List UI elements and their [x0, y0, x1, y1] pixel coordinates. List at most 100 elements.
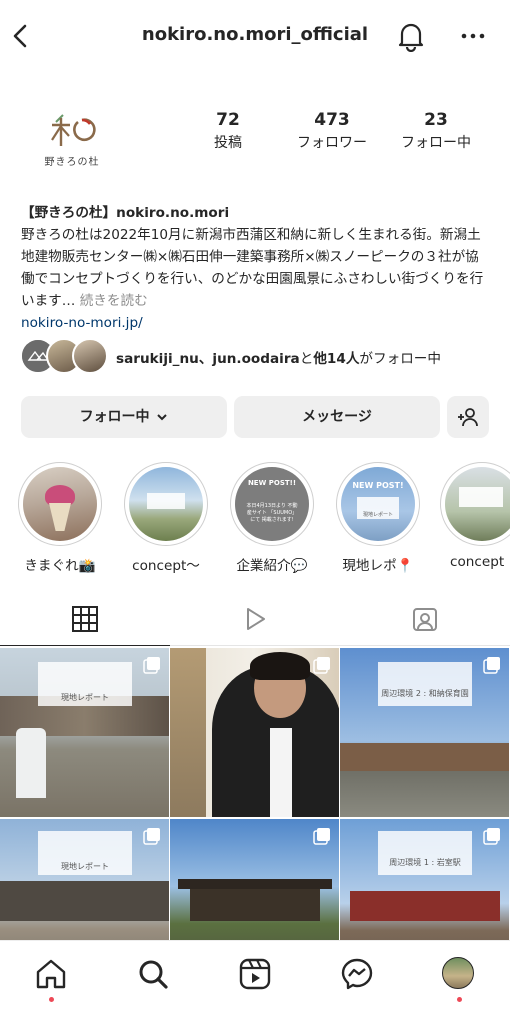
- nav-reels[interactable]: [238, 957, 274, 993]
- more-horizontal-icon: [461, 33, 485, 39]
- story-label: 企業紹介💬: [236, 558, 308, 574]
- grid-icon: [72, 606, 98, 632]
- reels-icon: [247, 608, 265, 630]
- tab-reels[interactable]: [170, 596, 340, 646]
- multiple-photos-icon: [313, 657, 330, 674]
- messenger-icon: [341, 958, 373, 990]
- following-count[interactable]: 23 フォロー中: [386, 110, 486, 152]
- bottom-navigation: [0, 940, 510, 1024]
- profile-avatar[interactable]: 野きろの杜: [30, 98, 114, 182]
- top-bar: nokiro.no.mori_official: [0, 0, 510, 74]
- post-thumbnail[interactable]: 現地レポート: [0, 819, 169, 940]
- tagged-icon: [413, 608, 437, 631]
- multiple-photos-icon: [483, 828, 500, 845]
- multiple-photos-icon: [313, 828, 330, 845]
- bell-icon: [398, 23, 424, 53]
- story-report-text: 現地レポート: [362, 512, 393, 518]
- post-thumbnail[interactable]: [170, 648, 339, 817]
- nav-messenger[interactable]: [340, 957, 376, 993]
- posts-count-label: 投稿: [214, 135, 242, 151]
- post-caption-card: 周辺環境 2 : 和納保育園: [378, 662, 472, 706]
- message-button-label: メッセージ: [302, 409, 372, 425]
- reels-icon: [239, 958, 271, 990]
- story-highlight[interactable]: NEW POST!! 本日4月13日より 不動産サイト 「SUUMO」にて 掲載…: [228, 462, 316, 574]
- following-count-label: フォロー中: [401, 135, 471, 151]
- mutual-avatar: [72, 338, 108, 374]
- bio-name: 【野きろの杜】nokiro.no.mori: [21, 205, 230, 221]
- chevron-down-icon: [157, 414, 168, 421]
- read-more-link[interactable]: 続きを読む: [75, 293, 148, 309]
- post-caption: 周辺環境 1 : 岩室駅: [389, 858, 461, 867]
- story-ring: NEW POST! 現地レポート: [336, 462, 420, 546]
- followers-count[interactable]: 473 フォロワー: [282, 110, 382, 152]
- following-button[interactable]: フォロー中: [21, 396, 227, 438]
- nav-home[interactable]: [34, 957, 70, 1002]
- story-highlight[interactable]: きまぐれ📸: [16, 462, 104, 574]
- story-label: concept: [450, 554, 505, 570]
- story-highlight[interactable]: concept～: [122, 462, 210, 574]
- add-user-icon: [458, 408, 478, 427]
- following-button-label: フォロー中: [79, 409, 150, 425]
- search-icon: [139, 960, 168, 989]
- notifications-button[interactable]: [396, 20, 426, 53]
- post-thumbnail[interactable]: 現地レポート: [0, 648, 169, 817]
- post-thumbnail[interactable]: [170, 819, 339, 940]
- mutual-others: 他14人: [313, 351, 360, 367]
- logo-icon: [51, 114, 96, 146]
- mutual-names: sarukiji_nu、jun.oodaira: [116, 351, 300, 367]
- story-label: きまぐれ📸: [24, 558, 96, 574]
- followers-count-value: 473: [314, 110, 350, 130]
- mutual-suffix: がフォロー中: [359, 351, 441, 367]
- profile-notification-dot: [457, 997, 462, 1002]
- profile-avatar-icon: [442, 957, 474, 989]
- bio-website-link[interactable]: nokiro-no-mori.jp/: [21, 312, 491, 334]
- profile-username: nokiro.no.mori_official: [141, 24, 369, 45]
- post-caption-card: 周辺環境 1 : 岩室駅: [378, 831, 472, 875]
- post-caption: 現地レポート: [61, 693, 109, 702]
- home-notification-dot: [49, 997, 54, 1002]
- multiple-photos-icon: [483, 657, 500, 674]
- more-options-button[interactable]: [460, 24, 486, 48]
- mutual-followers[interactable]: sarukiji_nu、jun.oodairaと他14人がフォロー中: [20, 338, 500, 376]
- posts-grid: 現地レポート 周辺環境 2 : 和納保育園 現地レポート 周辺環境 1 : 岩室…: [0, 648, 510, 940]
- profile-bio: 【野きろの杜】nokiro.no.mori 野きろの杜は2022年10月に新潟市…: [21, 202, 491, 334]
- post-thumbnail[interactable]: 周辺環境 1 : 岩室駅: [340, 819, 509, 940]
- mutual-followers-text: sarukiji_nu、jun.oodairaと他14人がフォロー中: [116, 347, 441, 367]
- nav-profile[interactable]: [442, 957, 478, 1002]
- story-new-post-text: 本日4月13日より 不動産サイト 「SUUMO」にて 掲載されます!: [246, 503, 298, 523]
- tab-posts-grid[interactable]: [0, 596, 170, 646]
- story-label: concept～: [132, 558, 200, 574]
- post-caption-card: 現地レポート: [38, 662, 132, 706]
- story-ring: [18, 462, 102, 546]
- profile-tabs: [0, 596, 510, 646]
- tab-tagged[interactable]: [340, 596, 510, 646]
- suggest-users-button[interactable]: [447, 396, 489, 438]
- post-caption: 現地レポート: [61, 862, 109, 871]
- following-count-value: 23: [424, 110, 448, 130]
- message-button[interactable]: メッセージ: [234, 396, 440, 438]
- story-thumbnail: [129, 467, 203, 541]
- story-thumbnail: NEW POST! 現地レポート: [341, 467, 415, 541]
- post-caption-card: 現地レポート: [38, 831, 132, 875]
- posts-count[interactable]: 72 投稿: [178, 110, 278, 152]
- story-thumbnail: [23, 467, 97, 541]
- nav-search[interactable]: [136, 957, 172, 993]
- story-ring: [124, 462, 208, 546]
- story-highlight[interactable]: NEW POST! 現地レポート 現地レポ📍: [334, 462, 422, 574]
- multiple-photos-icon: [143, 828, 160, 845]
- story-label: 現地レポ📍: [342, 558, 414, 574]
- story-new-post-title: NEW POST!: [352, 481, 404, 490]
- story-thumbnail: [445, 467, 510, 541]
- post-thumbnail[interactable]: 周辺環境 2 : 和納保育園: [340, 648, 509, 817]
- logo-text: 野きろの杜: [44, 157, 100, 168]
- mutual-middle: と: [299, 351, 314, 367]
- post-caption: 周辺環境 2 : 和納保育園: [381, 689, 469, 698]
- story-ring: [440, 462, 510, 546]
- story-thumbnail: NEW POST!! 本日4月13日より 不動産サイト 「SUUMO」にて 掲載…: [235, 467, 309, 541]
- bio-text-block: 野きろの杜は2022年10月に新潟市西蒲区和納に新しく生まれる街。新潟土地建物販…: [21, 224, 491, 312]
- story-highlight[interactable]: concept: [440, 462, 510, 570]
- multiple-photos-icon: [143, 657, 160, 674]
- posts-count-value: 72: [216, 110, 240, 130]
- followers-count-label: フォロワー: [297, 135, 367, 151]
- story-new-post-title: NEW POST!!: [247, 479, 297, 487]
